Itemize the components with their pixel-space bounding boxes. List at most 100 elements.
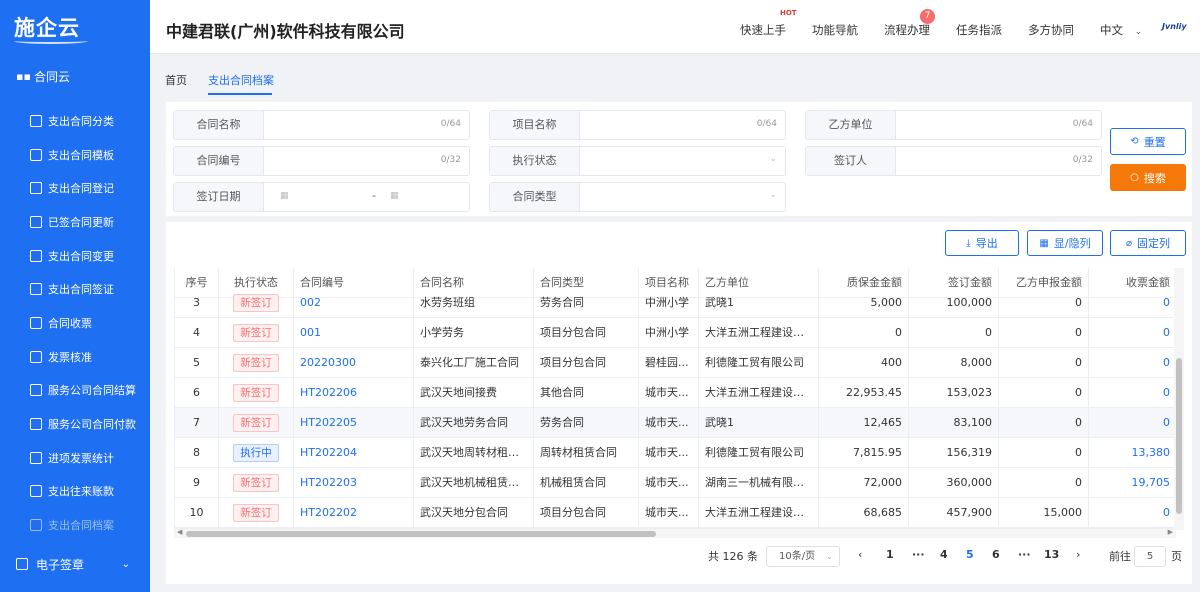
sidebar-item[interactable]: 支出往来账款 (0, 475, 150, 509)
sidebar-item[interactable]: 支出合同分类 (0, 104, 150, 138)
more-pages-icon[interactable]: ··· (912, 548, 925, 561)
vertical-scrollbar[interactable] (1174, 268, 1184, 530)
chevron-down-icon: ⌄ (769, 154, 777, 164)
search-button[interactable]: ○ 搜索 (1110, 164, 1186, 191)
cell-invoice[interactable]: 0 (1089, 348, 1176, 378)
prev-page-icon[interactable]: ‹ (858, 548, 862, 561)
cell-invoice[interactable]: 0 (1089, 318, 1176, 348)
sidebar-item[interactable]: 进项发票统计 (0, 441, 150, 475)
download-icon: ⤓ (966, 237, 971, 249)
sidebar-item[interactable]: 合同收票 (0, 306, 150, 340)
nav-quick-start[interactable]: 快速上手 (740, 22, 786, 38)
sidebar-item-label: 发票核准 (48, 350, 92, 364)
table-row[interactable]: 10 新签订 HT202202 武汉天地分包合同 项目分包合同 城市天... 大洋五洲工程建… (175, 498, 1176, 528)
page-number[interactable]: 4 (940, 548, 948, 561)
exec-status-select[interactable]: 执行状态 ⌄ (489, 146, 786, 176)
reset-button[interactable]: ⟲ 重置 (1110, 128, 1186, 155)
scroll-thumb[interactable] (1176, 358, 1182, 514)
cell-code[interactable]: HT202202 (294, 498, 414, 528)
table-row[interactable]: 6 新签订 HT202206 武汉天地间接费 其他合同 城市天... 大洋五洲工程建设有..… (175, 378, 1176, 408)
sign-date-range[interactable]: 签订日期 ▦ - ▦ (173, 182, 470, 212)
table-row[interactable]: 7 新签订 HT202205 武汉天地劳务合同 劳务合同 城市天... 武晓1 12,465 8… (175, 408, 1176, 438)
signer-field[interactable]: 签订人 0/32 (805, 146, 1102, 176)
sidebar-item[interactable]: 支出合同模板 (0, 138, 150, 172)
sidebar-group-e-signature[interactable]: 电子签章 ⌄ (0, 548, 150, 580)
page-size-select[interactable]: 10条/页 ⌄ (766, 546, 840, 567)
nav-task-assign[interactable]: 任务指派 (956, 22, 1002, 38)
logo[interactable]: 施企云 (0, 0, 150, 56)
sidebar-group-label: 合同云 (34, 69, 71, 84)
sidebar-item[interactable]: 服务公司合同付款 (0, 407, 150, 441)
cell-name: 水劳务班组 (414, 288, 534, 318)
cell-code[interactable]: HT202205 (294, 408, 414, 438)
field-label: 合同编号 (174, 147, 264, 175)
cell-party: 利德隆工贸有限公司 (699, 438, 819, 468)
project-name-field[interactable]: 项目名称 0/64 (489, 110, 786, 140)
cell-invoice[interactable]: 19,705 (1089, 468, 1176, 498)
sidebar-item[interactable]: 支出合同变更 (0, 239, 150, 273)
cell-code[interactable]: 002 (294, 288, 414, 318)
tab-expense-contract-archive[interactable]: 支出合同档案 (208, 72, 274, 88)
export-button[interactable]: ⤓ 导出 (945, 230, 1019, 256)
cell-status: 新签订 (219, 318, 294, 348)
cell-name: 泰兴化工厂施工合同 (414, 348, 534, 378)
cell-code[interactable]: HT202204 (294, 438, 414, 468)
table-row[interactable]: 8 执行中 HT202204 武汉天地周转材租赁... 周转材租赁合同 城市天... 利德隆… (175, 438, 1176, 468)
tab-home[interactable]: 首页 (165, 72, 187, 88)
toggle-columns-button[interactable]: ▦ 显/隐列 (1027, 230, 1103, 256)
menu-item-icon (30, 215, 42, 228)
nav-function-guide[interactable]: 功能导航 (812, 22, 858, 38)
cell-no: 10 (175, 498, 219, 528)
contract-no-field[interactable]: 合同编号 0/32 (173, 146, 470, 176)
sidebar-item-label: 服务公司合同结算 (48, 384, 136, 398)
contract-name-field[interactable]: 合同名称 0/64 (173, 110, 470, 140)
cell-invoice[interactable]: 0 (1089, 288, 1176, 318)
cell-status: 新签订 (219, 408, 294, 438)
sidebar-group-contract-cloud[interactable]: ▪▪ 合同云 (0, 56, 150, 96)
cell-party: 湖南三一机械有限公... (699, 468, 819, 498)
cell-invoice[interactable]: 0 (1089, 408, 1176, 438)
cell-type: 劳务合同 (534, 288, 639, 318)
sidebar-item[interactable]: 支出合同档案 (0, 508, 150, 542)
page-number[interactable]: 5 (966, 548, 974, 561)
party-b-field[interactable]: 乙方单位 0/64 (805, 110, 1102, 140)
page-number[interactable]: 1 (886, 548, 894, 561)
cell-invoice[interactable]: 0 (1089, 498, 1176, 528)
cell-code[interactable]: HT202206 (294, 378, 414, 408)
goto-page-input[interactable]: 5 (1134, 546, 1166, 567)
horizontal-scrollbar[interactable]: ◀ ▶ (174, 528, 1176, 538)
nav-collaboration[interactable]: 多方协同 (1028, 22, 1074, 38)
language-select[interactable]: 中文 ⌄ (1100, 22, 1142, 38)
language-label: 中文 (1100, 23, 1123, 37)
status-badge: 新签订 (233, 504, 279, 522)
sidebar-item[interactable]: 发票核准 (0, 340, 150, 374)
cell-code[interactable]: HT202203 (294, 468, 414, 498)
sidebar-item[interactable]: 服务公司合同结算 (0, 374, 150, 408)
cell-declared: 0 (999, 348, 1089, 378)
fix-column-button[interactable]: ⌀ 固定列 (1110, 230, 1186, 256)
sidebar-item-label: 支出往来账款 (48, 485, 114, 499)
cell-status: 新签订 (219, 468, 294, 498)
char-count: 0/64 (440, 119, 461, 129)
sidebar-item[interactable]: 已签合同更新 (0, 205, 150, 239)
sidebar-item[interactable]: 支出合同签证 (0, 272, 150, 306)
next-page-icon[interactable]: › (1076, 548, 1080, 561)
sidebar-item[interactable]: 支出合同登记 (0, 171, 150, 205)
cell-declared: 0 (999, 408, 1089, 438)
table-row[interactable]: 5 新签订 20220300 泰兴化工厂施工合同 项目分包合同 碧桂园... 利德隆工贸有限… (175, 348, 1176, 378)
cell-invoice[interactable]: 13,380 (1089, 438, 1176, 468)
table-row[interactable]: 9 新签订 HT202203 武汉天地机械租赁合... 机械租赁合同 城市天... 湖南三一… (175, 468, 1176, 498)
page-number[interactable]: 6 (992, 548, 1000, 561)
scroll-thumb[interactable] (186, 531, 656, 537)
table-row[interactable]: 3 新签订 002 水劳务班组 劳务合同 中洲小学 武晓1 5,000 100,000 0 0 (175, 288, 1176, 318)
cell-code[interactable]: 20220300 (294, 348, 414, 378)
field-label: 合同类型 (490, 183, 580, 211)
table-row[interactable]: 4 新签订 001 小学劳务 项目分包合同 中洲小学 大洋五洲工程建设有... 0 0 0 0 (175, 318, 1176, 348)
cell-declared: 0 (999, 438, 1089, 468)
cell-code[interactable]: 001 (294, 318, 414, 348)
contract-type-select[interactable]: 合同类型 ⌄ (489, 182, 786, 212)
cell-invoice[interactable]: 0 (1089, 378, 1176, 408)
more-pages-icon[interactable]: ··· (1018, 548, 1031, 561)
page-number[interactable]: 13 (1044, 548, 1059, 561)
nav-process[interactable]: 流程办理 (884, 22, 930, 38)
